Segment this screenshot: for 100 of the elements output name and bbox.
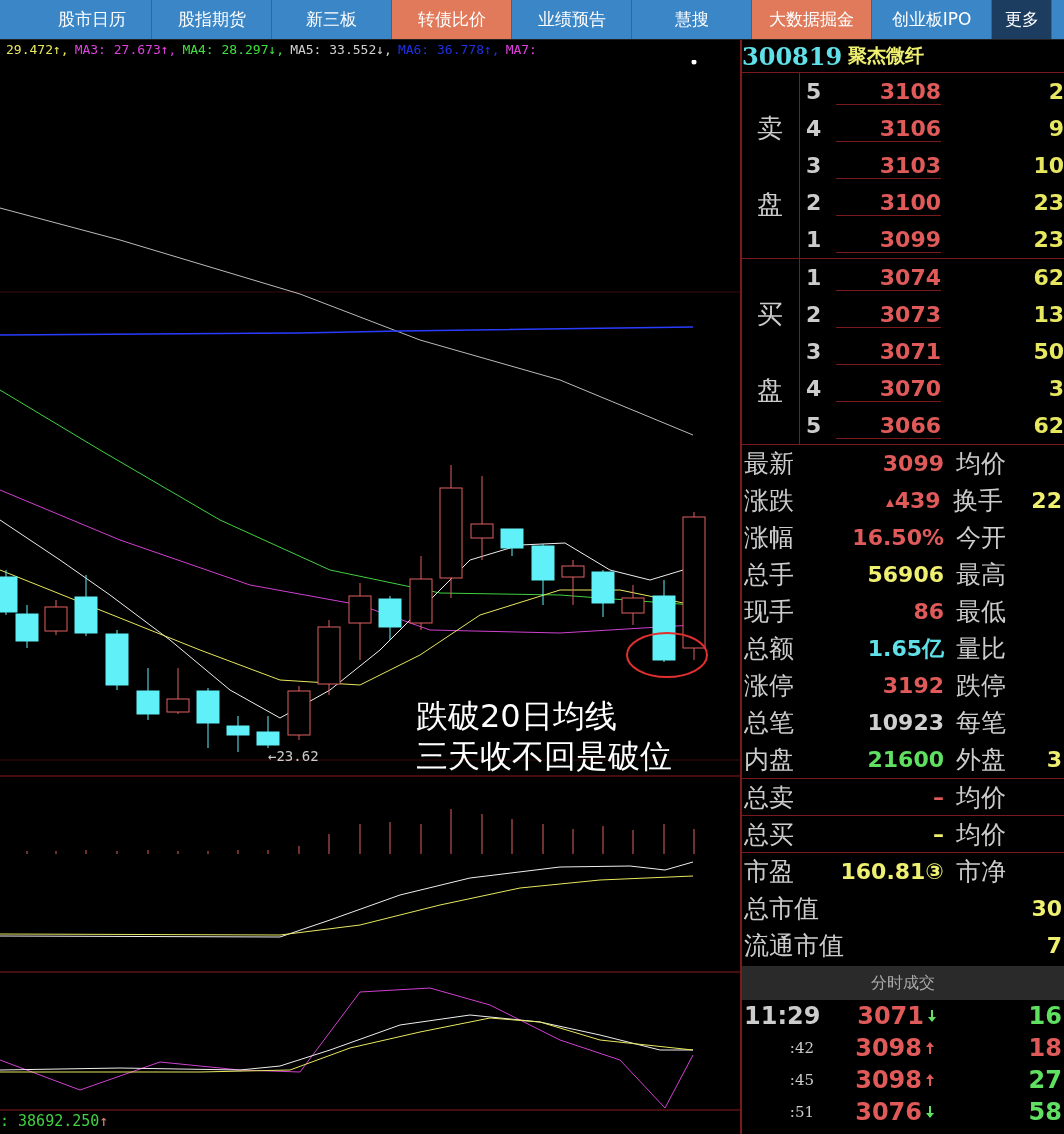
annotation-text: 跌破20日均线: [416, 696, 618, 736]
moving-average-value: 29.472↑,: [6, 41, 69, 59]
stat-label: 外盘: [955, 744, 1007, 776]
order-level: 5: [805, 79, 823, 104]
moving-average-value: MA6: 36.778↑,: [397, 41, 500, 59]
candlestick: [226, 715, 250, 753]
moving-average-value: MA5: 33.552↓,: [290, 41, 392, 59]
trade-volume: 58: [1027, 1098, 1063, 1126]
stat-value: 3099: [882, 451, 944, 476]
stat-value: 22: [1031, 488, 1062, 513]
stat-label: 流通市值: [743, 930, 841, 962]
nav-tab[interactable]: 更多: [992, 0, 1052, 39]
order-level: 1: [805, 227, 823, 252]
stat-label: 总卖: [743, 781, 795, 814]
moving-average-value: MA3: 27.673↑,: [74, 41, 177, 59]
nav-tab[interactable]: 转债比价: [392, 0, 512, 39]
moving-average-value: MA7:: [505, 41, 537, 59]
order-price: 3070: [836, 375, 941, 402]
order-price: 3074: [836, 264, 941, 291]
order-volume: 62: [1032, 413, 1064, 438]
trade-price: 3098: [854, 1034, 922, 1062]
section-header: 分时成交: [742, 966, 1064, 1000]
order-price: 3099: [836, 226, 941, 253]
stat-label: 均价: [955, 818, 1007, 851]
trade-time: :51: [788, 1103, 815, 1121]
stat-label: 最低: [955, 596, 1007, 628]
candlestick: [136, 667, 160, 721]
candlestick: [531, 543, 555, 606]
candlestick: [196, 687, 220, 749]
stat-label: 市净: [956, 857, 1006, 886]
stat-label: 总买: [743, 818, 795, 851]
candlestick: [44, 599, 68, 636]
stat-value: 3: [1046, 747, 1062, 772]
order-level: 3: [805, 153, 823, 178]
stat-value: –: [933, 784, 944, 810]
candlestick: [287, 685, 311, 741]
trade-time: :45: [788, 1071, 815, 1089]
stat-value: 56906: [867, 562, 944, 587]
order-volume: 23: [1032, 227, 1064, 252]
order-volume: 2: [1047, 79, 1064, 104]
order-price: 3100: [836, 189, 941, 216]
indicator-arrow: ↑: [99, 1112, 109, 1130]
order-volume: 62: [1032, 265, 1064, 290]
order-volume: 10: [1032, 153, 1064, 178]
stat-label: 内盘: [743, 744, 795, 776]
candlestick: [378, 595, 402, 641]
stat-label: 跌停: [955, 670, 1007, 702]
trade-price: 3071: [856, 1002, 924, 1030]
stat-value: 3192: [882, 673, 944, 698]
stat-value: 10923: [867, 710, 944, 735]
stat-value: 439: [894, 488, 941, 513]
stat-value: 86: [913, 599, 944, 624]
trade-volume: 27: [1027, 1066, 1063, 1094]
candlestick: [500, 528, 524, 557]
order-volume: 13: [1032, 302, 1064, 327]
stat-value: 30: [1031, 896, 1062, 921]
candlestick: [105, 629, 129, 691]
stat-label: 每笔: [955, 707, 1007, 739]
stock-code: 300819: [742, 41, 843, 71]
trade-time: :42: [788, 1039, 815, 1057]
candlestick: [74, 574, 98, 637]
indicator-value: : 38692.250: [0, 1112, 100, 1130]
annotation-text: 三天收不回是破位: [416, 736, 672, 776]
nav-tab[interactable]: 大数据掘金: [752, 0, 872, 39]
order-price: 3108: [836, 78, 941, 105]
stat-value: 7: [1046, 933, 1062, 958]
order-side-label: 买盘: [742, 259, 800, 444]
stat-label: 涨幅: [743, 522, 795, 554]
stat-value: 1.65亿: [867, 634, 944, 663]
stat-label: 涨停: [743, 670, 795, 702]
order-level: 2: [805, 302, 823, 327]
candlestick: [166, 667, 190, 715]
stat-value: –: [933, 821, 944, 847]
stat-label: 总市值: [743, 893, 820, 925]
stat-label: 总额: [743, 633, 795, 665]
stat-label: 总笔: [743, 707, 795, 739]
order-volume: 3: [1047, 376, 1064, 401]
order-price: 3066: [836, 412, 941, 439]
stat-label: 量比: [955, 633, 1007, 665]
stat-value: 160.81③: [840, 859, 944, 884]
stat-label: 现手: [743, 596, 795, 628]
candlestick: [621, 584, 645, 626]
stat-value: 16.50%: [852, 525, 944, 550]
order-level: 2: [805, 190, 823, 215]
stat-value: 21600: [867, 747, 944, 772]
low-price-label: ←23.62: [268, 748, 319, 764]
order-price: 3071: [836, 338, 941, 365]
stat-label: 换手: [951, 485, 1004, 517]
order-volume: 9: [1047, 116, 1064, 141]
candlestick: [256, 715, 280, 749]
stat-label: 均价: [955, 448, 1007, 480]
order-price: 3106: [836, 115, 941, 142]
order-level: 3: [805, 339, 823, 364]
trade-price: 3098: [854, 1066, 922, 1094]
stat-label: 总手: [743, 559, 795, 591]
stat-label: 均价: [955, 781, 1007, 814]
stat-label: 最新: [743, 448, 795, 480]
trade-time: 11:29: [743, 1002, 822, 1030]
order-level: 5: [805, 413, 823, 438]
moving-average-value: MA4: 28.297↓,: [182, 41, 285, 59]
